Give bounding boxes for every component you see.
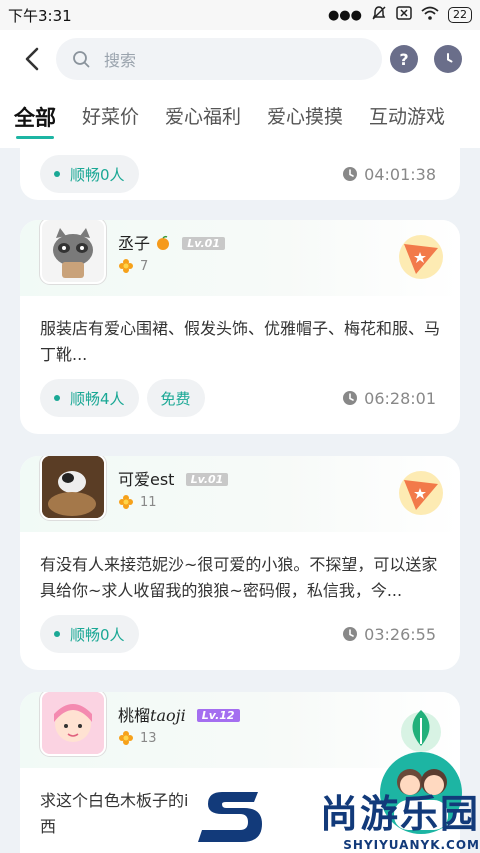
raccoon-avatar-icon [53, 228, 93, 278]
back-arrow-icon [25, 47, 39, 71]
status-pill: 顺畅0人 [40, 155, 139, 193]
wifi-icon [421, 6, 439, 24]
search-placeholder: 搜索 [104, 51, 137, 70]
post-card[interactable]: 可爱est Lv.01 11 有没有人来接范妮沙~很可爱的小狼。不探望，可以送家… [20, 456, 460, 670]
post-time: 06:28:01 [342, 389, 436, 408]
flower-number: 7 [140, 258, 149, 274]
username[interactable]: 丞子 Lv.01 [118, 230, 225, 254]
tab-charity-pet[interactable]: 爱心摸摸 [267, 102, 343, 129]
watermark-url: SHYIYUANYK.COM [343, 838, 480, 852]
orange-emoji-icon [157, 235, 170, 250]
header: 搜索 ? 全部 好菜价 爱心福利 爱心摸摸 互动游戏 [0, 30, 480, 148]
flower-number: 11 [140, 494, 157, 510]
status-pill: 顺畅4人 [40, 379, 139, 417]
mute-icon [371, 5, 387, 25]
question-icon: ? [399, 49, 409, 69]
status-label: 顺畅0人 [70, 165, 125, 184]
post-card[interactable]: 顺畅0人 04:01:38 [20, 148, 460, 200]
status-time: 下午3:31 [8, 6, 72, 25]
post-header: 桃榴taoji Lv.12 13 [20, 692, 460, 768]
pennant-icon [399, 235, 443, 279]
avatar[interactable] [40, 456, 106, 520]
clock-icon [447, 53, 453, 63]
post-time: 04:01:38 [342, 165, 436, 184]
status-bar: 下午3:31 ●●● 22 [0, 0, 480, 30]
time-label: 04:01:38 [364, 164, 436, 184]
status-dot-icon [54, 171, 60, 177]
more-dots-icon: ●●● [327, 7, 362, 23]
tab-charity-welfare[interactable]: 爱心福利 [165, 102, 241, 129]
pennant-badge [398, 470, 444, 520]
clock-icon [343, 627, 358, 641]
flower-number: 13 [140, 730, 157, 746]
pennant-icon [399, 471, 443, 515]
username[interactable]: 可爱est Lv.01 [118, 466, 229, 490]
level-badge: Lv.12 [196, 709, 240, 722]
post-time: 03:26:55 [342, 625, 436, 644]
search-icon [73, 51, 90, 68]
tab-interactive-games[interactable]: 互动游戏 [369, 102, 445, 129]
watermark: 尚游乐园 SHYIYUANYK.COM [200, 782, 480, 853]
time-label: 03:26:55 [364, 624, 436, 644]
post-feed: 顺畅0人 04:01:38 丞子 Lv.01 7 服装店有爱心围裙、假发头饰、优… [0, 148, 480, 853]
sim-icon [396, 6, 412, 24]
status-label: 顺畅4人 [70, 389, 125, 408]
history-button[interactable] [434, 45, 462, 73]
status-pill: 顺畅0人 [40, 615, 139, 653]
status-dot-icon [54, 631, 60, 637]
flower-icon [119, 731, 133, 745]
username-label: 可爱est [118, 470, 175, 489]
username[interactable]: 桃榴taoji Lv.12 [118, 702, 240, 726]
post-meta: 顺畅0人 04:01:38 [20, 148, 460, 200]
flower-count: 7 [118, 258, 148, 274]
username-label: 丞子 [118, 234, 151, 253]
free-label: 免费 [160, 389, 191, 408]
level-badge: Lv.01 [182, 237, 225, 250]
post-meta: 顺畅4人 免费 06:28:01 [20, 368, 460, 428]
girl-avatar-icon [42, 692, 104, 754]
flower-icon [119, 495, 133, 509]
post-content: 服装店有爱心围裙、假发头饰、优雅帽子、梅花和服、马丁靴... [40, 319, 441, 364]
status-icons: ●●● 22 [328, 5, 472, 25]
flower-count: 11 [118, 494, 157, 510]
category-tabs: 全部 好菜价 爱心福利 爱心摸摸 互动游戏 [0, 102, 480, 146]
help-button[interactable]: ? [390, 45, 418, 73]
post-header: 可爱est Lv.01 11 [20, 456, 460, 532]
post-meta: 顺畅0人 03:26:55 [20, 604, 460, 664]
avatar[interactable] [40, 220, 106, 284]
time-label: 06:28:01 [364, 388, 436, 408]
back-button[interactable] [18, 44, 48, 74]
leaf-icon [401, 710, 441, 752]
avatar[interactable] [40, 692, 106, 756]
post-header: 丞子 Lv.01 7 [20, 220, 460, 296]
level-badge: Lv.01 [185, 473, 229, 486]
post-card[interactable]: 丞子 Lv.01 7 服装店有爱心围裙、假发头饰、优雅帽子、梅花和服、马丁靴..… [20, 220, 460, 434]
tab-good-price[interactable]: 好菜价 [82, 102, 139, 129]
flower-count: 13 [118, 730, 157, 746]
status-dot-icon [54, 395, 60, 401]
post-content: 有没有人来接范妮沙~很可爱的小狼。不探望，可以送家具给你~求人收留我的狼狼~密码… [40, 555, 438, 600]
leaf-badge [398, 706, 444, 756]
tab-all[interactable]: 全部 [14, 102, 56, 139]
clock-icon [343, 167, 358, 181]
cat-avatar-icon [42, 456, 104, 518]
status-label: 顺畅0人 [70, 625, 125, 644]
pennant-badge [398, 234, 444, 284]
free-tag: 免费 [146, 379, 205, 417]
username-label: 桃榴 [118, 706, 151, 725]
flower-icon [119, 259, 133, 273]
battery-icon: 22 [448, 7, 472, 23]
search-input[interactable]: 搜索 [56, 38, 382, 80]
username-script: taoji [150, 706, 186, 725]
clock-icon [343, 391, 358, 405]
watermark-title: 尚游乐园 [319, 792, 480, 836]
